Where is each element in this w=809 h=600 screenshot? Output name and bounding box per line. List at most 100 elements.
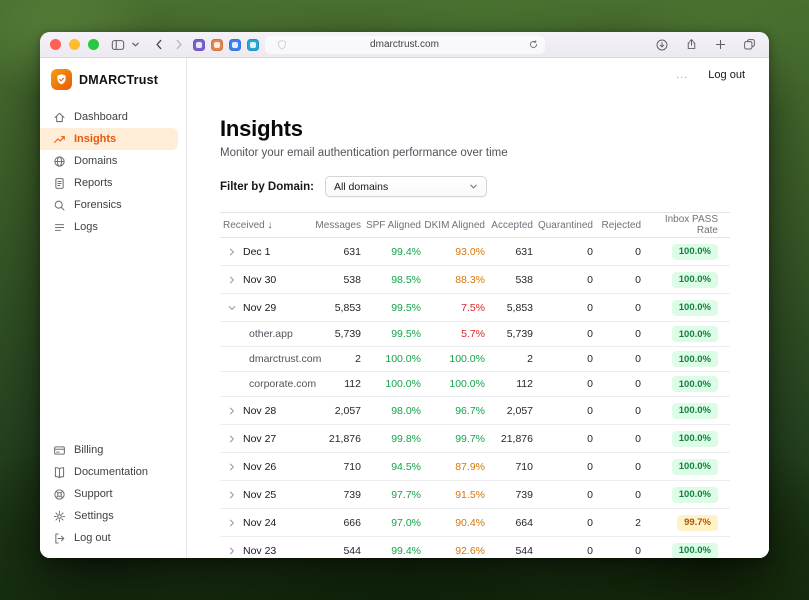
pass-rate-badge: 100.0% (672, 351, 718, 367)
received-cell: other.app (220, 322, 312, 346)
extension-blue-icon[interactable] (229, 39, 241, 51)
url-text: dmarctrust.com (370, 39, 439, 50)
settings-icon (53, 510, 66, 523)
accepted-cell: 5,739 (485, 328, 533, 340)
column-header-dkim-aligned[interactable]: DKIM Aligned (421, 220, 485, 231)
sidebar-item-logs[interactable]: Logs (40, 216, 186, 238)
column-header-rejected[interactable]: Rejected (593, 220, 641, 231)
pass-rate-cell: 100.0% (641, 272, 730, 288)
address-bar[interactable]: dmarctrust.com (265, 36, 545, 54)
sidebar-item-billing[interactable]: Billing (40, 439, 186, 461)
sidebar-toggle-icon[interactable] (111, 38, 125, 52)
row-label: Nov 25 (243, 489, 276, 501)
received-cell: Nov 27 (220, 425, 312, 452)
column-header-accepted[interactable]: Accepted (485, 220, 533, 231)
logout-button[interactable]: Log out (708, 69, 745, 81)
chevron-right-icon[interactable] (228, 248, 236, 256)
column-header-received[interactable]: Received ↓ (220, 220, 312, 231)
pass-rate-cell: 100.0% (641, 459, 730, 475)
main-topbar: ... Log out (187, 58, 769, 92)
back-icon[interactable] (153, 38, 166, 51)
table-row[interactable]: corporate.com112100.0%100.0%11200100.0% (220, 372, 730, 397)
sidebar-item-settings[interactable]: Settings (40, 505, 186, 527)
quarantined-cell: 0 (533, 405, 593, 417)
trend-icon (53, 133, 66, 146)
pass-rate-cell: 100.0% (641, 543, 730, 559)
table-row[interactable]: dmarctrust.com2100.0%100.0%200100.0% (220, 347, 730, 372)
sidebar-item-label: Forensics (74, 199, 122, 211)
overflow-menu[interactable]: ... (676, 69, 688, 81)
chevron-right-icon[interactable] (228, 276, 236, 284)
table-row[interactable]: Nov 3053898.5%88.3%53800100.0% (220, 266, 730, 294)
table-row[interactable]: Nov 2671094.5%87.9%71000100.0% (220, 453, 730, 481)
pass-rate-cell: 100.0% (641, 376, 730, 392)
table-row[interactable]: Nov 2466697.0%90.4%6640299.7% (220, 509, 730, 537)
rejected-cell: 0 (593, 461, 641, 473)
forward-icon[interactable] (172, 38, 185, 51)
column-header-quarantined[interactable]: Quarantined (533, 220, 593, 231)
toolbar-right-icons (652, 38, 759, 52)
chevron-right-icon[interactable] (228, 519, 236, 527)
table-row[interactable]: Nov 2354499.4%92.6%54400100.0% (220, 537, 730, 558)
globe-icon (53, 155, 66, 168)
close-button[interactable] (50, 39, 61, 50)
desktop-background: dmarctrust.com (0, 0, 809, 600)
table-row[interactable]: Nov 2721,87699.8%99.7%21,87600100.0% (220, 425, 730, 453)
minimize-button[interactable] (69, 39, 80, 50)
chevron-right-icon[interactable] (228, 547, 236, 555)
sidebar-item-domains[interactable]: Domains (40, 150, 186, 172)
messages-cell: 631 (312, 246, 361, 258)
chevron-right-icon[interactable] (228, 491, 236, 499)
quarantined-cell: 0 (533, 328, 593, 340)
dkim-aligned-cell: 7.5% (421, 302, 485, 314)
sidebar-item-documentation[interactable]: Documentation (40, 461, 186, 483)
rejected-cell: 0 (593, 378, 641, 390)
table-row[interactable]: Dec 163199.4%93.0%63100100.0% (220, 238, 730, 266)
sidebar-item-insights[interactable]: Insights (40, 128, 178, 150)
browser-window: dmarctrust.com (40, 32, 769, 558)
messages-cell: 112 (312, 378, 361, 390)
downloads-icon[interactable] (655, 38, 669, 52)
pass-rate-badge: 100.0% (672, 543, 718, 559)
row-label: dmarctrust.com (249, 353, 321, 365)
tab-overview-icon[interactable] (743, 38, 756, 51)
quarantined-cell: 0 (533, 489, 593, 501)
rejected-cell: 0 (593, 274, 641, 286)
new-tab-icon[interactable] (714, 38, 727, 51)
extension-purple-icon[interactable] (193, 39, 205, 51)
pass-rate-badge: 99.7% (677, 515, 718, 531)
spf-aligned-cell: 98.5% (361, 274, 421, 286)
sidebar-item-dashboard[interactable]: Dashboard (40, 106, 186, 128)
accepted-cell: 739 (485, 489, 533, 501)
domain-filter-select[interactable]: All domains (325, 176, 487, 197)
column-header-inbox-pass-rate[interactable]: Inbox PASS Rate (641, 214, 730, 236)
sidebar-item-log-out[interactable]: Log out (40, 527, 186, 549)
row-label: Nov 23 (243, 545, 276, 557)
table-row[interactable]: Nov 2573997.7%91.5%73900100.0% (220, 481, 730, 509)
sidebar-item-support[interactable]: Support (40, 483, 186, 505)
chevron-down-icon[interactable] (131, 40, 140, 49)
table-row[interactable]: other.app5,73999.5%5.7%5,73900100.0% (220, 322, 730, 347)
messages-cell: 666 (312, 517, 361, 529)
pass-rate-cell: 100.0% (641, 403, 730, 419)
extension-orange-icon[interactable] (211, 39, 223, 51)
chevron-down-icon[interactable] (228, 304, 236, 312)
brand: DMARCTrust (40, 58, 186, 98)
column-header-messages[interactable]: Messages (312, 220, 361, 231)
zoom-button[interactable] (88, 39, 99, 50)
chevron-right-icon[interactable] (228, 463, 236, 471)
table-row[interactable]: Nov 282,05798.0%96.7%2,05700100.0% (220, 397, 730, 425)
extension-teal-icon[interactable] (247, 39, 259, 51)
chevron-right-icon[interactable] (228, 407, 236, 415)
accepted-cell: 710 (485, 461, 533, 473)
column-header-spf-aligned[interactable]: SPF Aligned (361, 220, 421, 231)
row-label: Nov 29 (243, 302, 276, 314)
sidebar-item-reports[interactable]: Reports (40, 172, 186, 194)
logout-icon (53, 532, 66, 545)
reload-icon[interactable] (528, 39, 539, 50)
table-row[interactable]: Nov 295,85399.5%7.5%5,85300100.0% (220, 294, 730, 322)
chevron-right-icon[interactable] (228, 435, 236, 443)
share-icon[interactable] (685, 38, 698, 51)
logs-icon (53, 221, 66, 234)
sidebar-item-forensics[interactable]: Forensics (40, 194, 186, 216)
